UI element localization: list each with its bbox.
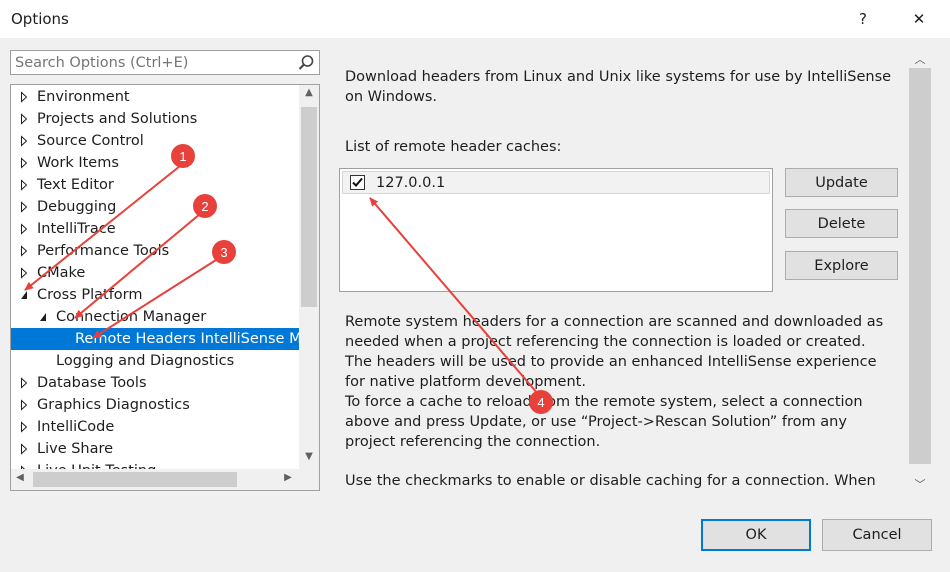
window-title: Options: [11, 10, 69, 28]
cache-name: 127.0.0.1: [376, 175, 446, 191]
content-scroll-up-icon[interactable]: ︿: [910, 51, 930, 67]
description-line-4: for native platform development.: [345, 374, 586, 390]
content-scroll-down-icon[interactable]: ﹀: [910, 476, 930, 492]
tree-item[interactable]: Live Unit Testing: [11, 460, 299, 469]
scroll-right-icon[interactable]: ▶: [281, 472, 295, 483]
close-button[interactable]: ✕: [896, 0, 942, 38]
cache-list-label: List of remote header caches:: [345, 139, 562, 155]
tree-item-label: CMake: [37, 265, 86, 281]
tree-item-label: IntelliTrace: [37, 221, 116, 237]
explore-button[interactable]: Explore: [785, 251, 898, 280]
tree-vertical-scrollbar[interactable]: ▲ ▼: [299, 85, 319, 469]
cache-list[interactable]: 127.0.0.1: [339, 168, 773, 292]
description-line-3: The headers will be used to provide an e…: [345, 354, 877, 370]
tree-item-label: Source Control: [37, 133, 144, 149]
tree-item-label: Remote Headers IntelliSense Manager: [75, 331, 299, 347]
collapsed-arrow-icon[interactable]: [19, 130, 31, 152]
collapsed-arrow-icon[interactable]: [19, 438, 31, 460]
tree-item-label: Cross Platform: [37, 287, 143, 303]
tree-item-label: Graphics Diagnostics: [37, 397, 190, 413]
collapsed-arrow-icon[interactable]: [19, 460, 31, 469]
tree-item[interactable]: Source Control: [11, 130, 299, 152]
cache-checkbox[interactable]: [350, 175, 365, 190]
collapsed-arrow-icon[interactable]: [19, 394, 31, 416]
collapsed-arrow-icon[interactable]: [19, 108, 31, 130]
tree-item[interactable]: Text Editor: [11, 174, 299, 196]
tree-item-label: Text Editor: [37, 177, 114, 193]
tree-items: Environment Projects and Solutions Source …: [11, 85, 299, 469]
intro-text-line1: Download headers from Linux and Unix lik…: [345, 69, 892, 85]
expanded-arrow-icon[interactable]: [38, 306, 50, 328]
tree-item[interactable]: CMake: [11, 262, 299, 284]
tree-item[interactable]: IntelliTrace: [11, 218, 299, 240]
description-line-5: To force a cache to reload from the remo…: [345, 394, 863, 410]
description-line-6: above and press Update, or use “Project-…: [345, 414, 847, 430]
tree-item[interactable]: Logging and Diagnostics: [11, 350, 299, 372]
tree-item[interactable]: Database Tools: [11, 372, 299, 394]
options-tree[interactable]: Environment Projects and Solutions Source …: [10, 84, 320, 491]
content-scroll-thumb[interactable]: [909, 68, 931, 464]
collapsed-arrow-icon[interactable]: [19, 196, 31, 218]
tree-item[interactable]: Live Share: [11, 438, 299, 460]
checkmark-icon: [352, 177, 363, 187]
tree-item-label: Logging and Diagnostics: [56, 353, 235, 369]
description-line-1: Remote system headers for a connection a…: [345, 314, 884, 330]
tree-item-label: Debugging: [37, 199, 117, 215]
tree-item[interactable]: Performance Tools: [11, 240, 299, 262]
scroll-corner: [299, 469, 319, 490]
collapsed-arrow-icon[interactable]: [19, 240, 31, 262]
tree-item-label: Database Tools: [37, 375, 147, 391]
tree-item[interactable]: Graphics Diagnostics: [11, 394, 299, 416]
cache-list-item[interactable]: 127.0.0.1: [342, 171, 770, 194]
ok-button[interactable]: OK: [701, 519, 811, 551]
scroll-left-icon[interactable]: ◀: [13, 472, 27, 483]
tree-item-label: Performance Tools: [37, 243, 170, 259]
tree-item[interactable]: Work Items: [11, 152, 299, 174]
collapsed-arrow-icon[interactable]: [19, 86, 31, 108]
content-vertical-scrollbar[interactable]: ︿ ﹀: [909, 38, 931, 498]
tree-item-label: Connection Manager: [56, 309, 207, 325]
delete-button[interactable]: Delete: [785, 209, 898, 238]
title-bar: Options ? ✕: [0, 0, 950, 38]
collapsed-arrow-icon[interactable]: [19, 262, 31, 284]
tree-item-label: Live Share: [37, 441, 114, 457]
tree-horizontal-scrollbar[interactable]: ◀ ▶: [11, 469, 299, 490]
tree-item[interactable]: Remote Headers IntelliSense Manager: [11, 328, 299, 350]
tree-item-label: Environment: [37, 89, 130, 105]
tree-item[interactable]: IntelliCode: [11, 416, 299, 438]
cancel-button[interactable]: Cancel: [822, 519, 932, 551]
checkmarks-text: Use the checkmarks to enable or disable …: [345, 473, 876, 489]
tree-item[interactable]: Projects and Solutions: [11, 108, 299, 130]
collapsed-arrow-icon[interactable]: [19, 372, 31, 394]
help-button[interactable]: ?: [840, 0, 886, 38]
tree-item-label: Live Unit Testing: [37, 460, 156, 469]
search-box[interactable]: [10, 50, 320, 75]
description-line-7: project referencing the connection.: [345, 434, 601, 450]
tree-item[interactable]: Connection Manager: [11, 306, 299, 328]
tree-item[interactable]: Debugging: [11, 196, 299, 218]
tree-item-label: Work Items: [37, 155, 119, 171]
search-icon[interactable]: [297, 54, 315, 72]
tree-hscroll-thumb[interactable]: [33, 472, 237, 487]
search-input[interactable]: [15, 53, 285, 72]
tree-item-label: IntelliCode: [37, 419, 115, 435]
collapsed-arrow-icon[interactable]: [19, 416, 31, 438]
description-line-2: needed when a project referencing the co…: [345, 334, 866, 350]
update-button[interactable]: Update: [785, 168, 898, 197]
scroll-up-icon[interactable]: ▲: [299, 87, 319, 98]
collapsed-arrow-icon[interactable]: [19, 152, 31, 174]
collapsed-arrow-icon[interactable]: [19, 218, 31, 240]
intro-text-line2: on Windows.: [345, 89, 438, 105]
collapsed-arrow-icon[interactable]: [19, 174, 31, 196]
tree-scroll-thumb[interactable]: [301, 107, 317, 307]
tree-item[interactable]: Cross Platform: [11, 284, 299, 306]
expanded-arrow-icon[interactable]: [19, 284, 31, 306]
tree-item[interactable]: Environment: [11, 86, 299, 108]
scroll-down-icon[interactable]: ▼: [299, 451, 319, 462]
tree-item-label: Projects and Solutions: [37, 111, 198, 127]
